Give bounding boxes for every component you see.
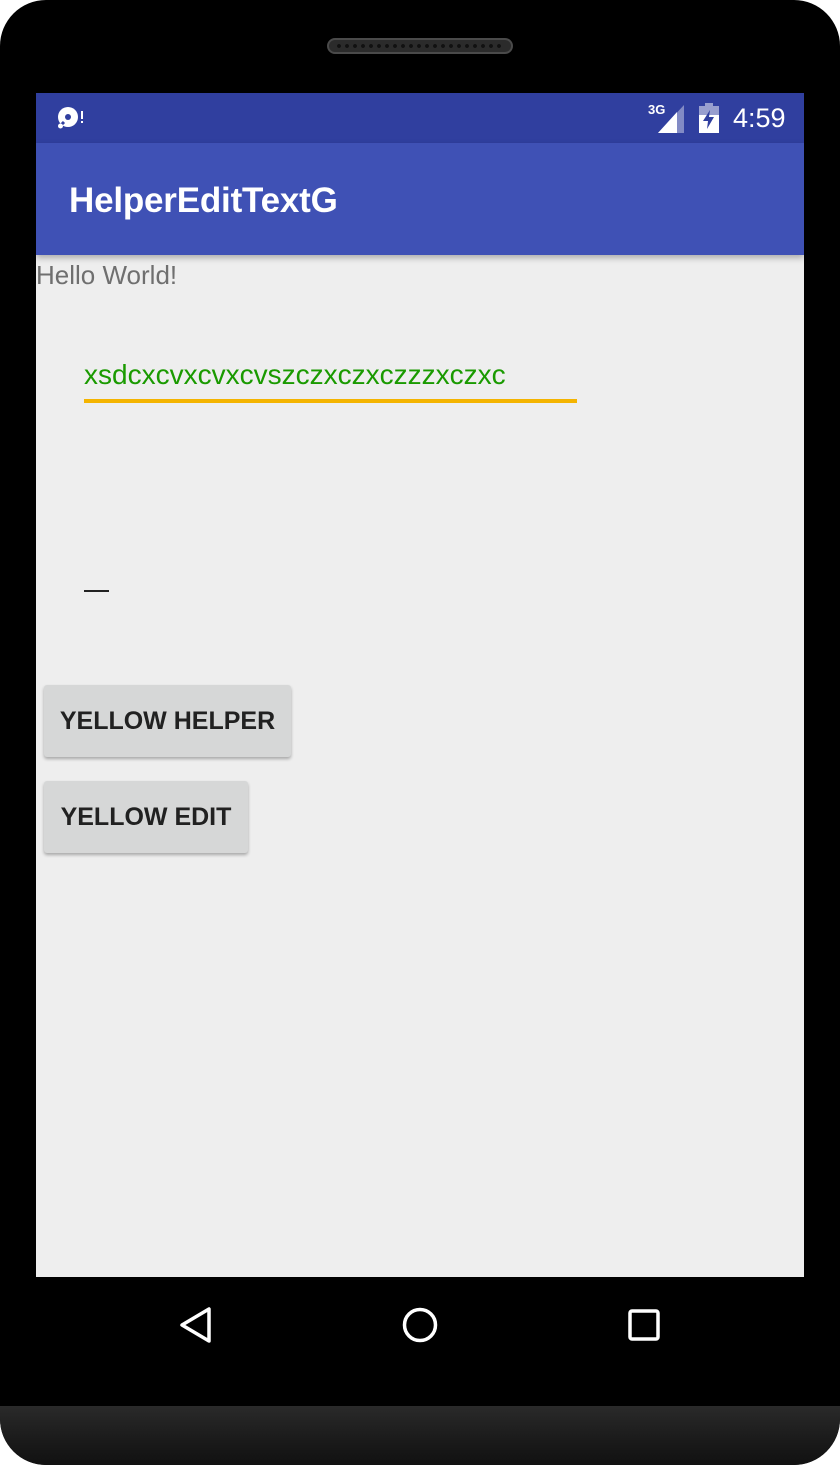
yellow-edit-button[interactable]: YELLOW EDIT <box>44 781 248 853</box>
hello-world-text: Hello World! <box>36 260 178 290</box>
phone-bottom-bezel <box>0 1406 840 1465</box>
recents-icon[interactable] <box>624 1305 664 1345</box>
helper-edit-text-field[interactable]: xsdcxcvxcvxcvszczxczxczzzxczxc <box>84 355 506 395</box>
sd-card-warning-icon <box>58 107 83 129</box>
app-toolbar: HelperEditTextG <box>36 143 804 255</box>
yellow-helper-button[interactable]: YELLOW HELPER <box>44 685 291 757</box>
phone-frame: 3G 4:59 HelperEditTextG Hello World! xsd… <box>0 0 840 1465</box>
status-bar: 3G 4:59 <box>36 93 804 143</box>
home-icon[interactable] <box>400 1305 440 1345</box>
signal-icon: 3G <box>648 103 688 133</box>
battery-charging-icon <box>699 103 719 133</box>
earpiece-speaker <box>327 38 513 54</box>
status-clock: 4:59 <box>733 103 786 133</box>
app-title: HelperEditTextG <box>69 181 338 220</box>
empty-edit-text-field[interactable] <box>84 590 109 592</box>
edit-text-underline <box>84 399 577 403</box>
back-icon[interactable] <box>176 1305 216 1345</box>
device-screen: 3G 4:59 HelperEditTextG Hello World! xsd… <box>36 93 804 1277</box>
navigation-bar <box>36 1277 804 1373</box>
